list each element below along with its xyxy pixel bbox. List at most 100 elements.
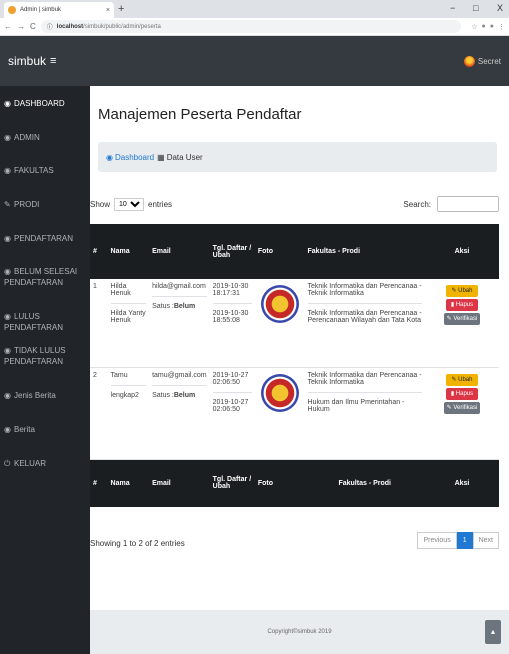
- scroll-top-button[interactable]: ▲: [485, 620, 501, 644]
- reload-icon[interactable]: C: [30, 22, 36, 31]
- table-row: 2 Tamu lengkap2 tamu@gmail.com Satus :Be…: [90, 367, 499, 460]
- sidebar-item-keluar[interactable]: ⏻ KELUAR: [0, 458, 90, 469]
- col-header-nama[interactable]: Nama: [107, 224, 150, 279]
- entries-select[interactable]: 10: [114, 198, 145, 211]
- user-icon: ◉: [4, 425, 11, 434]
- user-name: Secret: [477, 56, 501, 66]
- brand-name[interactable]: simbuk: [8, 54, 46, 68]
- url-host: localhost: [56, 23, 84, 30]
- info-icon: ⓘ: [46, 25, 53, 31]
- col-footer-tgl: Tgl. Daftar / Ubah: [209, 459, 255, 507]
- table-info: Showing 1 to 2 of 2 entries: [90, 539, 185, 548]
- cell-fakultas-prodi: Teknik Informatika dan Perencanaa - Tekn…: [307, 283, 422, 297]
- minimize-button[interactable]: −: [450, 3, 455, 13]
- table-row: 1 Hilda Henuk Hilda Yanty Henuk hilda@gm…: [90, 279, 499, 368]
- cell-nama-lengkap: lengkap2: [110, 384, 147, 399]
- url-field[interactable]: ⓘ localhost/simbuk/public/admin/peserta: [40, 20, 462, 33]
- sidebar-item-tidak-lulus[interactable]: ◉ TIDAK LULUS PENDAFTARAN: [0, 345, 90, 367]
- tab-title: Admin | simbuk: [20, 7, 61, 13]
- user-icon: ◉: [4, 133, 11, 142]
- pager-next[interactable]: Next: [472, 532, 499, 549]
- col-header-email[interactable]: Email: [149, 224, 210, 279]
- pager-previous[interactable]: Previous: [417, 532, 457, 549]
- cell-fakultas-prodi: Teknik Informatika dan Perencanaa - Tekn…: [307, 371, 422, 386]
- col-footer-aksi: Aksi: [424, 459, 499, 507]
- user-menu[interactable]: Secret: [463, 55, 501, 67]
- cell-no: 1: [90, 279, 108, 368]
- user-icon: ◉: [4, 267, 11, 276]
- profile-icon[interactable]: ●: [490, 23, 494, 30]
- menu-toggle-icon[interactable]: ≡: [50, 55, 56, 67]
- back-icon[interactable]: ←: [4, 22, 12, 31]
- table-search: Search:: [403, 196, 499, 212]
- peserta-table: # Nama Email Tgl. Daftar / Ubah Foto Fak…: [90, 224, 499, 507]
- close-window-button[interactable]: X: [497, 3, 503, 13]
- address-bar: ← → C ⓘ localhost/simbuk/public/admin/pe…: [0, 18, 509, 36]
- col-footer-no: #: [90, 459, 108, 507]
- col-header-tgl[interactable]: Tgl. Daftar / Ubah: [209, 224, 255, 279]
- user-icon: ◉: [4, 391, 11, 400]
- browser-tabbar: Admin | simbuk × + − □ X: [0, 0, 509, 18]
- pager-page-1[interactable]: 1: [456, 532, 473, 549]
- verifikasi-button[interactable]: ✎ Verifikasi: [443, 401, 480, 414]
- forward-icon[interactable]: →: [17, 22, 25, 31]
- university-logo: [260, 285, 299, 323]
- footer: Copyright©simbuk 2019: [90, 610, 509, 654]
- sidebar-item-dashboard[interactable]: ◉ DASHBOARD: [0, 98, 90, 109]
- sidebar-item-pendaftaran[interactable]: ◉ PENDAFTARAN: [0, 233, 90, 244]
- cell-status-label: Satus :: [152, 391, 174, 399]
- cell-email: hilda@gmail.com: [152, 283, 206, 290]
- extension-icon[interactable]: ●: [482, 23, 486, 30]
- sidebar-item-berita[interactable]: ◉ Berita: [0, 424, 90, 435]
- col-header-fakultas[interactable]: Fakultas - Prodi: [304, 224, 425, 279]
- sidebar-item-admin[interactable]: ◉ ADMIN: [0, 132, 90, 143]
- new-tab-button[interactable]: +: [118, 3, 124, 15]
- power-icon: ⏻: [4, 459, 11, 468]
- cell-nama: Hilda Henuk: [110, 283, 131, 297]
- sidebar-item-prodi[interactable]: ✎ PRODI: [0, 199, 90, 210]
- col-footer-nama: Nama: [107, 459, 150, 507]
- hapus-button[interactable]: ▮ Hapus: [445, 299, 478, 311]
- cell-email: tamu@gmail.com: [152, 371, 207, 379]
- browser-tab[interactable]: Admin | simbuk ×: [4, 2, 114, 18]
- edit-icon: ✎: [4, 200, 11, 209]
- user-icon: ◉: [4, 234, 11, 243]
- dashboard-icon: ◉: [4, 99, 11, 108]
- cell-no: 2: [90, 367, 108, 460]
- cell-status-value: Belum: [173, 303, 196, 310]
- cell-tgl-daftar: 2019-10-27 02:06:50: [212, 371, 249, 386]
- search-input[interactable]: [437, 196, 499, 212]
- url-path: /simbuk/public/admin/peserta: [83, 23, 161, 30]
- star-icon[interactable]: ☆: [471, 23, 477, 31]
- verifikasi-button[interactable]: ✎ Verifikasi: [443, 313, 480, 325]
- hapus-button[interactable]: ▮ Hapus: [445, 387, 478, 400]
- university-logo: [260, 373, 299, 412]
- sidebar-item-lulus[interactable]: ◉ LULUS PENDAFTARAN: [0, 311, 90, 333]
- sidebar-item-belum-selesai[interactable]: ◉ BELUM SELESAI PENDAFTARAN: [0, 266, 90, 288]
- copyright: Copyright©simbuk 2019: [267, 629, 332, 635]
- cell-status-value: Belum: [173, 391, 196, 399]
- cell-nama: Tamu: [110, 371, 128, 379]
- col-footer-email: Email: [149, 459, 210, 507]
- avatar: [463, 55, 475, 67]
- tab-close-icon[interactable]: ×: [106, 7, 110, 14]
- sidebar-item-fakultas[interactable]: ◉ FAKULTAS: [0, 165, 90, 176]
- sidebar-item-jenis-berita[interactable]: ◉ Jenis Berita: [0, 390, 90, 401]
- col-header-foto[interactable]: Foto: [254, 224, 305, 279]
- sidebar: ◉ DASHBOARD ◉ ADMIN ◉ FAKULTAS ✎ PRODI ◉ PEND…: [0, 86, 90, 654]
- cell-status-label: Satus :: [152, 303, 174, 310]
- col-footer-foto: Foto: [254, 459, 305, 507]
- cell-fakultas-prodi-2: Hukum dan Ilmu Pmerintahan - Hukum: [307, 391, 422, 413]
- ubah-button[interactable]: ✎ Ubah: [445, 373, 478, 386]
- col-header-aksi[interactable]: Aksi: [424, 224, 499, 279]
- cell-fakultas-prodi-2: Teknik Informatika dan Perencanaa - Pere…: [307, 303, 422, 324]
- ubah-button[interactable]: ✎ Ubah: [445, 285, 478, 297]
- main-content: Manajemen Peserta Pendaftar ◉ Dashboard …: [90, 86, 509, 654]
- user-icon: ◉: [4, 346, 11, 355]
- col-header-no[interactable]: #: [90, 224, 108, 279]
- more-icon[interactable]: ⋮: [498, 23, 505, 31]
- user-icon: ◉: [4, 312, 11, 321]
- maximize-button[interactable]: □: [473, 3, 478, 13]
- cell-nama-lengkap: Hilda Yanty Henuk: [110, 303, 147, 324]
- entries-length: Show 10 entries: [90, 198, 172, 211]
